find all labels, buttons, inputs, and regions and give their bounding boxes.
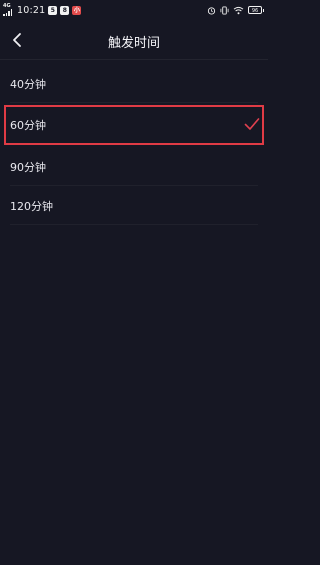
divider (10, 224, 258, 225)
status-right: 96 (207, 4, 264, 16)
wifi-icon (233, 6, 244, 14)
option-120-min[interactable]: 120分钟 (0, 186, 268, 225)
battery-icon: 96 (248, 6, 264, 14)
page-title: 触发时间 (107, 36, 160, 51)
notification-icon: 5 (48, 5, 58, 15)
clock: 10:21 (17, 4, 46, 16)
notification-icon: 小 (72, 5, 82, 15)
vibrate-icon (220, 5, 229, 15)
option-label: 90分钟 (10, 161, 46, 174)
trigger-time-options: 40分钟 60分钟 90分钟 120分钟 (0, 64, 268, 225)
divider (10, 102, 258, 103)
nav-bar: 触发时间 (0, 22, 268, 60)
screen: 4G 10:21 5 8 小 96 触发时间 40分钟 60分钟 90分钟 12… (0, 0, 268, 565)
notification-icon: 8 (60, 5, 70, 15)
status-left: 4G 10:21 5 8 小 (3, 3, 82, 17)
option-90-min[interactable]: 90分钟 (0, 147, 268, 186)
option-40-min[interactable]: 40分钟 (0, 64, 268, 103)
status-bar: 4G 10:21 5 8 小 96 (0, 0, 268, 20)
signal-icon: 4G (3, 4, 12, 16)
option-label: 120分钟 (10, 200, 53, 213)
option-60-min[interactable]: 60分钟 (4, 105, 264, 145)
option-label: 60分钟 (10, 119, 46, 132)
alarm-icon (207, 6, 216, 15)
header-divider (0, 59, 268, 60)
option-label: 40分钟 (10, 78, 46, 91)
checkmark-icon (244, 118, 260, 130)
